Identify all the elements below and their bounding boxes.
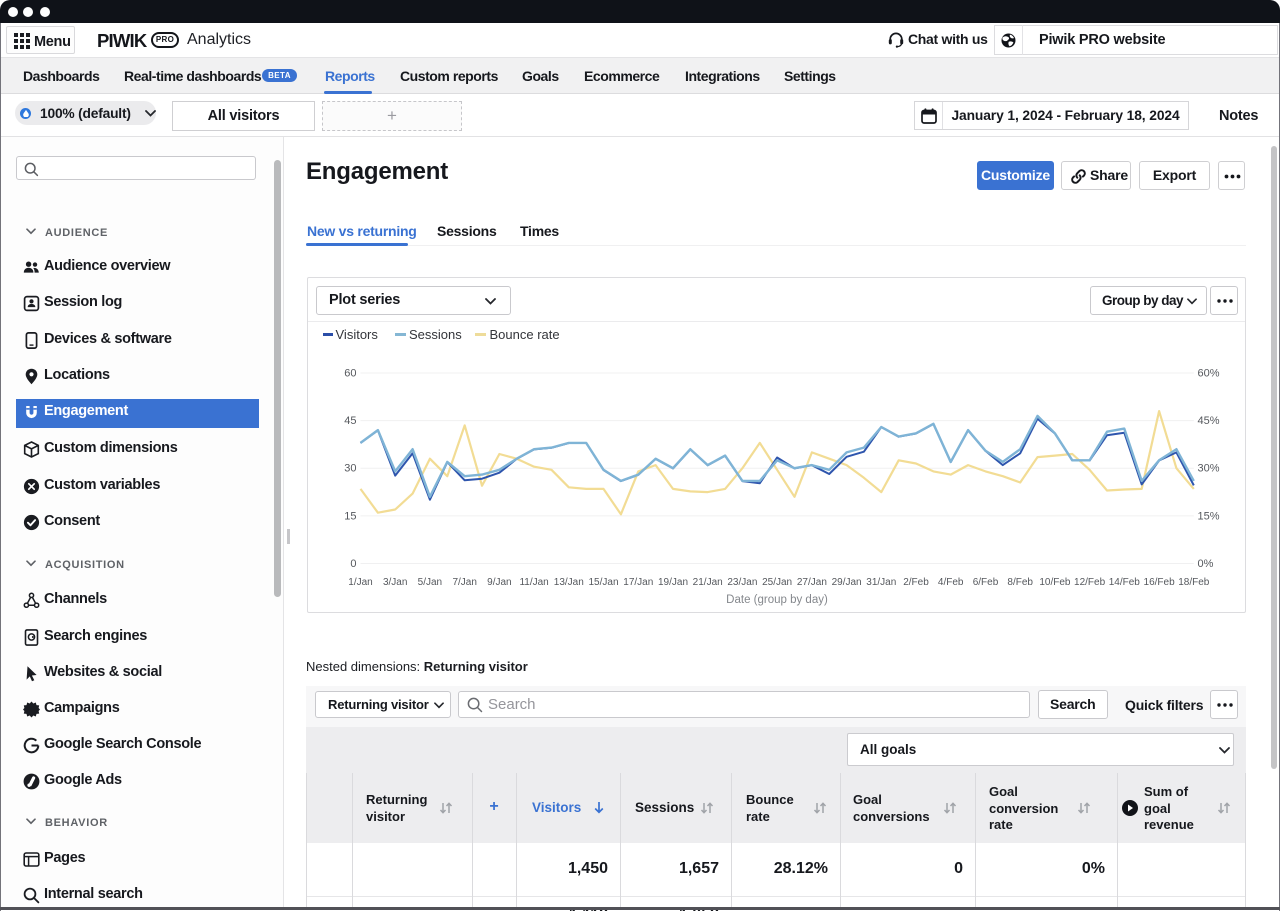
svg-text:7/Jan: 7/Jan: [452, 577, 476, 588]
svg-text:15: 15: [344, 510, 356, 522]
svg-text:14/Feb: 14/Feb: [1108, 577, 1140, 588]
svg-text:1/Jan: 1/Jan: [348, 577, 372, 588]
svg-text:19/Jan: 19/Jan: [657, 577, 687, 588]
svg-text:31/Jan: 31/Jan: [866, 577, 896, 588]
svg-text:18/Feb: 18/Feb: [1178, 577, 1210, 588]
svg-text:5/Jan: 5/Jan: [417, 577, 441, 588]
svg-text:15%: 15%: [1197, 510, 1219, 522]
svg-text:45%: 45%: [1197, 415, 1219, 427]
svg-text:2/Feb: 2/Feb: [903, 577, 929, 588]
svg-text:3/Jan: 3/Jan: [382, 577, 406, 588]
svg-text:17/Jan: 17/Jan: [623, 577, 653, 588]
svg-text:30%: 30%: [1197, 463, 1219, 475]
svg-text:12/Feb: 12/Feb: [1074, 577, 1106, 588]
svg-text:25/Jan: 25/Jan: [762, 577, 792, 588]
svg-text:4/Feb: 4/Feb: [937, 577, 963, 588]
svg-text:Date (group by day): Date (group by day): [726, 594, 828, 606]
svg-text:13/Jan: 13/Jan: [553, 577, 583, 588]
svg-text:0%: 0%: [1197, 558, 1213, 570]
svg-text:60%: 60%: [1197, 368, 1219, 380]
svg-text:21/Jan: 21/Jan: [692, 577, 722, 588]
svg-text:60: 60: [344, 368, 356, 380]
svg-text:8/Feb: 8/Feb: [1007, 577, 1033, 588]
svg-text:11/Jan: 11/Jan: [519, 577, 548, 588]
svg-text:45: 45: [344, 415, 356, 427]
svg-text:15/Jan: 15/Jan: [588, 577, 618, 588]
svg-text:0: 0: [350, 558, 356, 570]
svg-text:27/Jan: 27/Jan: [796, 577, 826, 588]
svg-text:23/Jan: 23/Jan: [727, 577, 757, 588]
svg-text:9/Jan: 9/Jan: [487, 577, 511, 588]
svg-text:10/Feb: 10/Feb: [1039, 577, 1071, 588]
svg-text:29/Jan: 29/Jan: [831, 577, 861, 588]
svg-text:16/Feb: 16/Feb: [1143, 577, 1175, 588]
svg-text:6/Feb: 6/Feb: [972, 577, 998, 588]
svg-text:30: 30: [344, 463, 356, 475]
